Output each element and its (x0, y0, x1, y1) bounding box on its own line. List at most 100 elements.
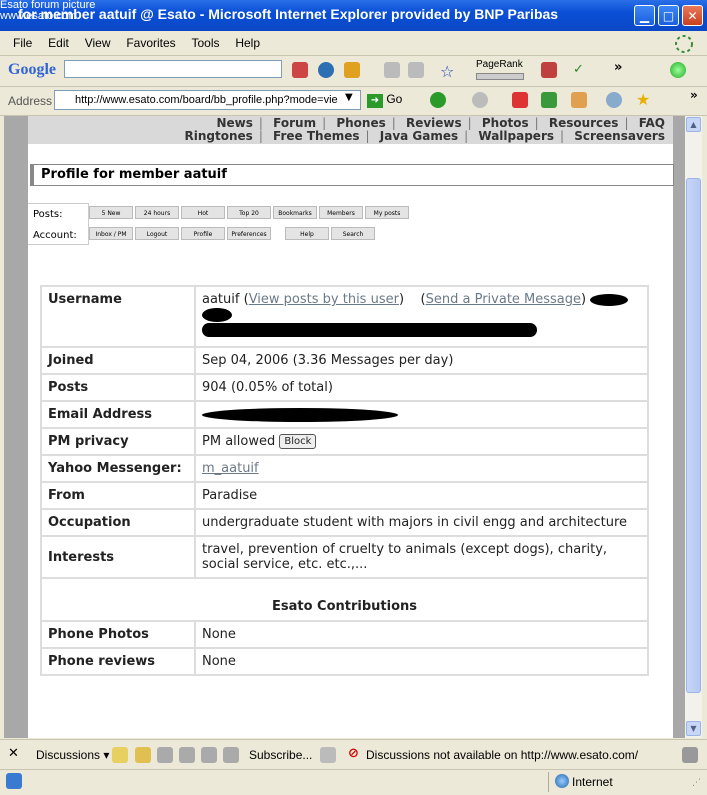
posts-5-new-button[interactable]: 5 New (89, 206, 133, 219)
nav-resources[interactable]: Resources (549, 116, 619, 130)
nav-reviews[interactable]: Reviews (406, 116, 462, 130)
account-preferences-button[interactable]: Preferences (227, 227, 271, 240)
account-inbox-pm-button[interactable]: Inbox / PM (89, 227, 133, 240)
posts-my-posts-button[interactable]: My posts (365, 206, 409, 219)
nav-photos[interactable]: Photos (482, 116, 529, 130)
favorites-star-icon[interactable]: ★ (636, 90, 652, 109)
posts-top-20-button[interactable]: Top 20 (227, 206, 271, 219)
menu-tools[interactable]: Tools (192, 36, 220, 50)
subscribe-button[interactable]: Subscribe... (249, 748, 312, 762)
home-icon[interactable] (571, 92, 587, 108)
star-icon[interactable]: ☆ (440, 62, 456, 81)
close-discussions-icon[interactable]: ✕ (8, 746, 19, 761)
account-profile-button[interactable]: Profile (181, 227, 225, 240)
posts-members-button[interactable]: Members (319, 206, 363, 219)
account-help-button[interactable]: Help (285, 227, 329, 240)
send-pm-link[interactable]: Send a Private Message (426, 292, 581, 307)
links-overflow-icon[interactable]: » (690, 88, 698, 102)
close-button[interactable]: ✕ (682, 5, 703, 26)
pm-privacy-label: PM privacy (40, 427, 196, 456)
posts-label: Posts: (33, 209, 63, 220)
popup-blocker-icon[interactable] (344, 62, 360, 78)
account-search-button[interactable]: Search (331, 227, 375, 240)
collapse-icon[interactable] (179, 747, 195, 763)
highlight-icon[interactable] (541, 62, 557, 78)
resize-grip-icon[interactable]: ⋰ (692, 778, 701, 788)
refresh-icon[interactable] (541, 92, 557, 108)
insert-discussion-icon[interactable] (112, 747, 128, 763)
address-label: Address (8, 94, 53, 108)
maximize-button[interactable]: □ (658, 5, 679, 26)
site-nav: News | Forum | Phones | Reviews | Photos | Re… (28, 116, 673, 144)
scroll-up-icon[interactable]: ▲ (686, 117, 701, 132)
news-icon[interactable] (318, 62, 334, 78)
yahoo-link[interactable]: m_aatuif (202, 461, 259, 476)
nav-java-games[interactable]: Java Games (380, 129, 458, 143)
page-title: Profile for member aatuif (30, 164, 674, 186)
table-row: Username aatuif (View posts by this user… (40, 285, 649, 348)
title-bar[interactable]: for member aatuif @ Esato - Microsoft In… (0, 0, 707, 31)
discussions-pane-icon[interactable] (320, 747, 336, 763)
table-row: Posts 904 (0.05% of total) (40, 373, 649, 402)
address-input[interactable]: http://www.esato.com/board/bb_profile.ph… (54, 90, 361, 110)
scroll-thumb[interactable] (686, 178, 701, 693)
nav-free-themes[interactable]: Free Themes (273, 129, 359, 143)
page-left-gutter (4, 116, 28, 738)
discussions-settings-icon[interactable] (682, 747, 698, 763)
account-logout-button[interactable]: Logout (135, 227, 179, 240)
scroll-down-icon[interactable]: ▼ (686, 721, 701, 736)
nav-forum[interactable]: Forum (273, 116, 316, 130)
email-label: Email Address (40, 400, 196, 429)
next-icon[interactable] (223, 747, 239, 763)
nav-screensavers[interactable]: Screensavers (574, 129, 665, 143)
go-button[interactable]: ➜ Go (367, 92, 402, 108)
view-posts-link[interactable]: View posts by this user (249, 292, 399, 307)
menu-help[interactable]: Help (235, 36, 260, 50)
minimize-button[interactable]: ▁ (634, 5, 655, 26)
search-icon[interactable] (606, 92, 622, 108)
previous-icon[interactable] (201, 747, 217, 763)
account-label: Account: (33, 230, 77, 241)
posts-24-hours-button[interactable]: 24 hours (135, 206, 179, 219)
block-button[interactable]: Block (279, 434, 317, 449)
table-row: Occupation undergraduate student with ma… (40, 508, 649, 537)
nav-faq[interactable]: FAQ (639, 116, 665, 130)
edit-discussion-icon[interactable] (135, 747, 151, 763)
google-search-input[interactable] (64, 60, 282, 78)
menu-favorites[interactable]: Favorites (126, 36, 175, 50)
discussions-menu[interactable]: Discussions ▾ (36, 748, 109, 762)
nav-wallpapers[interactable]: Wallpapers (478, 129, 554, 143)
username-cell: aatuif (View posts by this user) (Send a… (194, 285, 649, 348)
watermark-line-2: www.esato.com (0, 10, 78, 22)
posts-bookmarks-button[interactable]: Bookmarks (273, 206, 317, 219)
spellcheck-icon[interactable]: ✓ (573, 62, 589, 78)
stop-icon[interactable] (512, 92, 528, 108)
nav-ringtones[interactable]: Ringtones (185, 129, 253, 143)
pagerank-label[interactable]: PageRank (476, 59, 523, 70)
email-cell (194, 400, 649, 429)
posts-count-value: 904 (0.05% of total) (194, 373, 649, 402)
menu-edit[interactable]: Edit (48, 36, 69, 50)
menu-view[interactable]: View (85, 36, 111, 50)
back-button-icon[interactable] (430, 92, 446, 108)
back-arrow-icon[interactable] (384, 62, 400, 78)
posts-hot-button[interactable]: Hot (181, 206, 225, 219)
toolbar-overflow-icon[interactable]: » (614, 60, 622, 75)
pagerank-bar (476, 73, 524, 80)
page-content: News | Forum | Phones | Reviews | Photos | Re… (4, 116, 685, 738)
vertical-scrollbar[interactable]: ▲ ▼ (685, 116, 702, 738)
table-row: Yahoo Messenger: m_aatuif (40, 454, 649, 483)
expand-icon[interactable] (157, 747, 173, 763)
phone-photos-label: Phone Photos (40, 620, 196, 649)
windows-logo-icon (670, 33, 698, 55)
menu-bar: File Edit View Favorites Tools Help (0, 31, 707, 56)
menu-file[interactable]: File (13, 36, 32, 50)
nav-news[interactable]: News (217, 116, 253, 130)
nav-phones[interactable]: Phones (336, 116, 385, 130)
forward-button-icon[interactable] (472, 92, 488, 108)
address-dropdown-icon[interactable]: ▼ (345, 92, 353, 103)
status-light-icon[interactable] (670, 62, 686, 78)
forward-arrow-icon[interactable] (408, 62, 424, 78)
pm-privacy-cell: PM allowed Block (194, 427, 649, 456)
google-search-icon[interactable] (292, 62, 308, 78)
